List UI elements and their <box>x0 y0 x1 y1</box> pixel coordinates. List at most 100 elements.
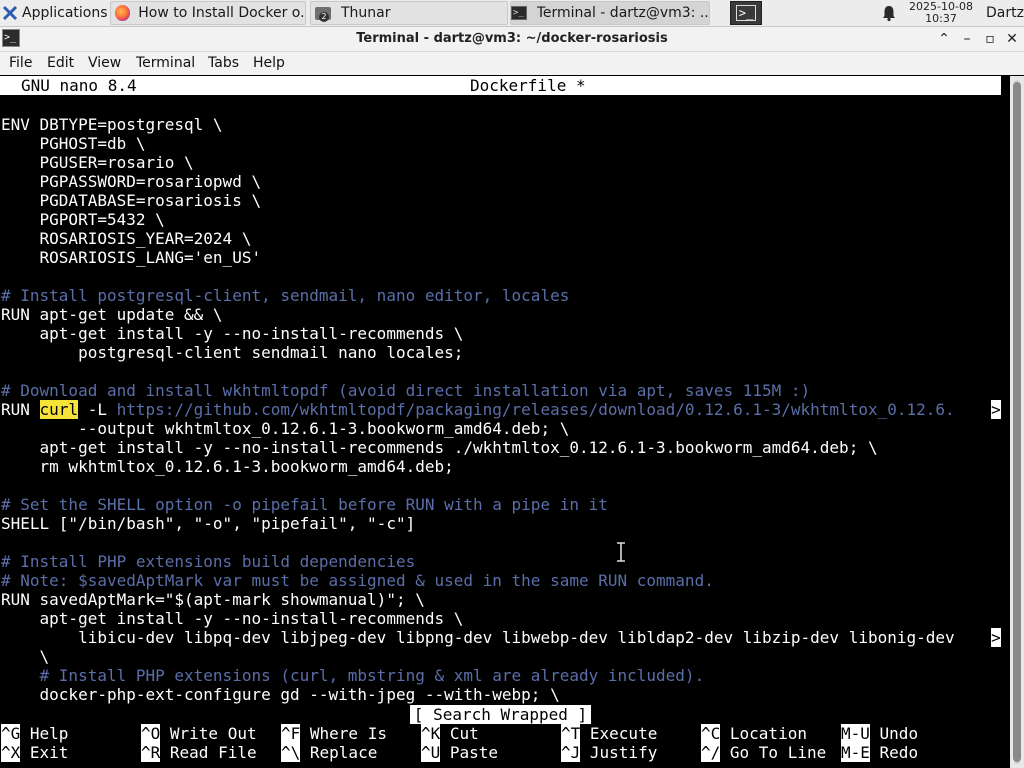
folder-icon: 2 <box>315 6 331 22</box>
shortcut-label: Redo <box>869 743 919 762</box>
shortcut-justify[interactable]: ^J Justify <box>561 743 657 762</box>
line-overflow-marker: > <box>991 400 1001 419</box>
editor-line: rm wkhtmltox_0.12.6.1-3.bookworm_amd64.d… <box>1 457 454 476</box>
maximize-button[interactable]: ▫ <box>980 29 1000 49</box>
shortcut-where-is[interactable]: ^F Where Is <box>281 724 387 743</box>
editor-line: --output wkhtmltox_0.12.6.1-3.bookworm_a… <box>1 419 570 438</box>
shortcut-key: ^U <box>421 743 441 762</box>
shortcut-write-out[interactable]: ^O Write Out <box>141 724 257 743</box>
shortcut-label: Paste <box>440 743 499 762</box>
terminal-scrollbar[interactable] <box>1010 76 1024 768</box>
shortcut-key: M-U <box>841 724 870 743</box>
shortcut-cut[interactable]: ^K Cut <box>421 724 479 743</box>
shortcut-label: Read File <box>160 743 257 762</box>
shortcut-key: ^K <box>421 724 441 743</box>
shortcut-paste[interactable]: ^U Paste <box>421 743 498 762</box>
terminal-area[interactable]: GNU nano 8.4 Dockerfile * ENV DBTYPE=pos… <box>0 76 1010 768</box>
shortcut-read-file[interactable]: ^R Read File <box>141 743 257 762</box>
applications-menu[interactable]: Applications <box>0 1 108 25</box>
terminal-launcher-button[interactable]: >_ <box>730 1 762 25</box>
notification-bell-icon[interactable] <box>880 4 898 22</box>
editor-line: PGPORT=5432 \ <box>1 210 165 229</box>
terminal-icon: >_ <box>511 6 527 20</box>
taskbar-item-label: How to Install Docker o... <box>138 5 305 21</box>
taskbar-item-label: Terminal - dartz@vm3: ... <box>536 5 709 21</box>
shortcut-replace[interactable]: ^\ Replace <box>281 743 377 762</box>
editor-line: \ <box>1 647 50 666</box>
shortcut-key: ^\ <box>281 743 301 762</box>
shortcut-execute[interactable]: ^T Execute <box>561 724 657 743</box>
shortcut-help[interactable]: ^G Help <box>1 724 68 743</box>
shortcut-exit[interactable]: ^X Exit <box>1 743 68 762</box>
shortcut-label: Write Out <box>160 724 257 743</box>
shortcut-label: Help <box>20 724 69 743</box>
shortcut-key: ^J <box>561 743 581 762</box>
clock-time: 10:37 <box>925 12 957 25</box>
nano-filename: Dockerfile * <box>470 76 586 95</box>
shortcut-key: ^F <box>281 724 301 743</box>
taskbar-item-label: Thunar <box>341 5 391 21</box>
editor-line: docker-php-ext-configure gd --with-jpeg … <box>1 685 560 704</box>
nano-title-bar: GNU nano 8.4 Dockerfile * <box>0 76 1001 95</box>
menu-help[interactable]: Help <box>251 52 287 75</box>
shortcut-label: Cut <box>440 724 479 743</box>
shortcut-redo[interactable]: M-E Redo <box>841 743 918 762</box>
menu-tabs[interactable]: Tabs <box>206 52 241 75</box>
terminal-icon: >_ <box>735 5 757 21</box>
editor-line: SHELL ["/bin/bash", "-o", "pipefail", "-… <box>1 514 416 533</box>
menu-terminal[interactable]: Terminal <box>134 52 197 75</box>
nano-version: GNU nano 8.4 <box>21 76 137 95</box>
clock[interactable]: 2025-10-08 10:37 <box>906 0 976 25</box>
menubar: File Edit View Terminal Tabs Help <box>0 52 1024 75</box>
taskbar-item-thunar[interactable]: 2 Thunar <box>310 1 508 25</box>
shortcut-label: Location <box>720 724 807 743</box>
editor-line: postgresql-client sendmail nano locales; <box>1 343 464 362</box>
editor-line: apt-get install -y --no-install-recommen… <box>1 609 464 628</box>
shortcut-key: ^C <box>701 724 721 743</box>
editor-comment-line: # Note: $savedAptMark var must be assign… <box>1 571 714 590</box>
editor-line-curl: RUN curl -L https://github.com/wkhtmltop… <box>1 400 1009 419</box>
search-highlight: curl <box>39 400 79 419</box>
code-text: -L <box>78 400 117 419</box>
xfce-logo-icon <box>2 5 18 21</box>
shortcut-undo[interactable]: M-U Undo <box>841 724 918 743</box>
editor-line: apt-get install -y --no-install-recommen… <box>1 438 878 457</box>
close-button[interactable]: ✕ <box>1002 29 1022 49</box>
shortcut-key: ^R <box>141 743 161 762</box>
shortcut-label: Go To Line <box>720 743 827 762</box>
editor-line: PGHOST=db \ <box>1 134 146 153</box>
menu-view[interactable]: View <box>86 52 123 75</box>
editor-comment-line: # Download and install wkhtmltopdf (avoi… <box>1 381 811 400</box>
shortcut-key: ^O <box>141 724 161 743</box>
editor-line: ENV DBTYPE=postgresql \ <box>1 115 223 134</box>
menu-file[interactable]: File <box>7 52 34 75</box>
window-count-badge: 2 <box>319 11 329 22</box>
top-panel: Applications How to Install Docker o... … <box>0 0 1024 27</box>
taskbar-item-terminal[interactable]: >_ Terminal - dartz@vm3: ... <box>510 1 710 25</box>
editor-line: libicu-dev libpq-dev libjpeg-dev libpng-… <box>1 628 955 647</box>
scrollbar-thumb[interactable] <box>1013 82 1021 762</box>
taskbar-item-firefox[interactable]: How to Install Docker o... <box>110 1 306 25</box>
editor-line: PGPASSWORD=rosariopwd \ <box>1 172 262 191</box>
editor-comment-line: # Install postgresql-client, sendmail, n… <box>1 286 570 305</box>
shortcut-label: Replace <box>300 743 378 762</box>
firefox-icon <box>115 5 131 21</box>
window-titlebar[interactable]: >_ Terminal - dartz@vm3: ~/docker-rosari… <box>0 27 1024 52</box>
editor-line: ROSARIOSIS_LANG='en_US' <box>1 248 262 267</box>
user-menu[interactable]: Dartz <box>986 0 1024 26</box>
shortcut-location[interactable]: ^C Location <box>701 724 807 743</box>
shortcut-key: ^T <box>561 724 581 743</box>
window-title: Terminal - dartz@vm3: ~/docker-rosariosi… <box>356 31 668 46</box>
shade-button[interactable]: ⌃ <box>934 29 954 49</box>
url-text: https://github.com/wkhtmltopdf/packaging… <box>116 400 955 419</box>
editor-line: RUN apt-get update && \ <box>1 305 223 324</box>
editor-line: RUN savedAptMark="$(apt-mark showmanual)… <box>1 590 425 609</box>
code-text: RUN <box>1 400 40 419</box>
minimize-button[interactable]: – <box>957 29 977 49</box>
shortcut-go-to-line[interactable]: ^/ Go To Line <box>701 743 826 762</box>
editor-line: ROSARIOSIS_YEAR=2024 \ <box>1 229 252 248</box>
line-overflow-marker: > <box>991 628 1001 647</box>
shortcut-key: M-E <box>841 743 870 762</box>
menu-edit[interactable]: Edit <box>45 52 76 75</box>
shortcut-label: Undo <box>869 724 919 743</box>
